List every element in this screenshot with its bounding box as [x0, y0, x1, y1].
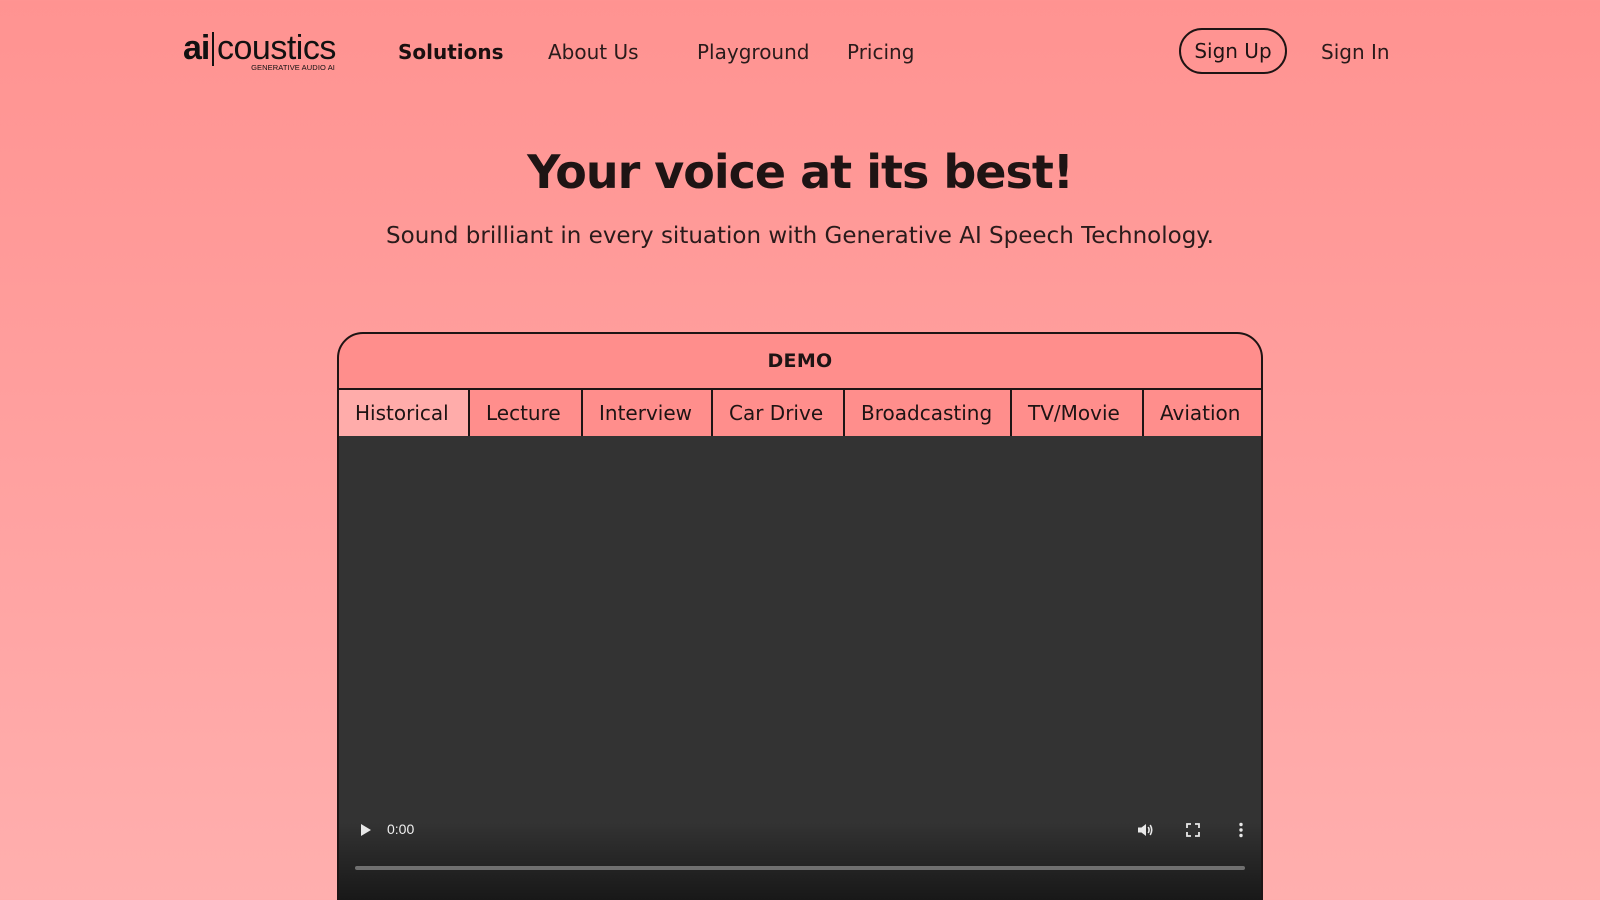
nav-link-pricing[interactable]: Pricing — [847, 36, 914, 68]
nav-link-solutions[interactable]: Solutions — [398, 36, 504, 68]
hero-subtitle: Sound brilliant in every situation with … — [386, 223, 1214, 249]
nav-link-about-us[interactable]: About Us — [548, 36, 639, 68]
sign-up-button[interactable]: Sign Up — [1179, 28, 1287, 74]
aicoustics-logo[interactable]: ai coustics GENERATIVE AUDIO AI — [183, 28, 336, 74]
top-navigation: ai coustics GENERATIVE AUDIO AI Solution… — [0, 0, 1600, 104]
volume-icon[interactable] — [1135, 820, 1155, 840]
tab-aviation[interactable]: Aviation — [1144, 390, 1261, 436]
video-controls-gradient — [339, 822, 1261, 900]
video-current-time: 0:00 — [387, 821, 415, 837]
sign-in-link[interactable]: Sign In — [1321, 36, 1390, 68]
tab-car-drive[interactable]: Car Drive — [713, 390, 845, 436]
video-progress-bar[interactable] — [355, 866, 1245, 870]
logo-coustics-text: coustics — [217, 29, 336, 67]
logo-ai-text: ai — [183, 29, 210, 67]
demo-video-player[interactable]: 0:00 — [339, 436, 1261, 900]
tab-interview[interactable]: Interview — [583, 390, 713, 436]
tab-broadcasting[interactable]: Broadcasting — [845, 390, 1012, 436]
demo-tabs: Historical Lecture Interview Car Drive B… — [339, 388, 1261, 438]
hero-title: Your voice at its best! — [527, 145, 1074, 199]
more-options-icon[interactable] — [1231, 820, 1251, 840]
tab-historical[interactable]: Historical — [339, 390, 470, 436]
demo-card: DEMO Historical Lecture Interview Car Dr… — [337, 332, 1263, 900]
demo-header: DEMO — [767, 350, 833, 372]
tab-lecture[interactable]: Lecture — [470, 390, 583, 436]
logo-tagline: GENERATIVE AUDIO AI — [251, 63, 335, 72]
logo-divider — [212, 32, 214, 66]
fullscreen-icon[interactable] — [1183, 820, 1203, 840]
nav-link-playground[interactable]: Playground — [697, 36, 809, 68]
play-icon[interactable] — [355, 820, 375, 840]
tab-tv-movie[interactable]: TV/Movie — [1012, 390, 1144, 436]
